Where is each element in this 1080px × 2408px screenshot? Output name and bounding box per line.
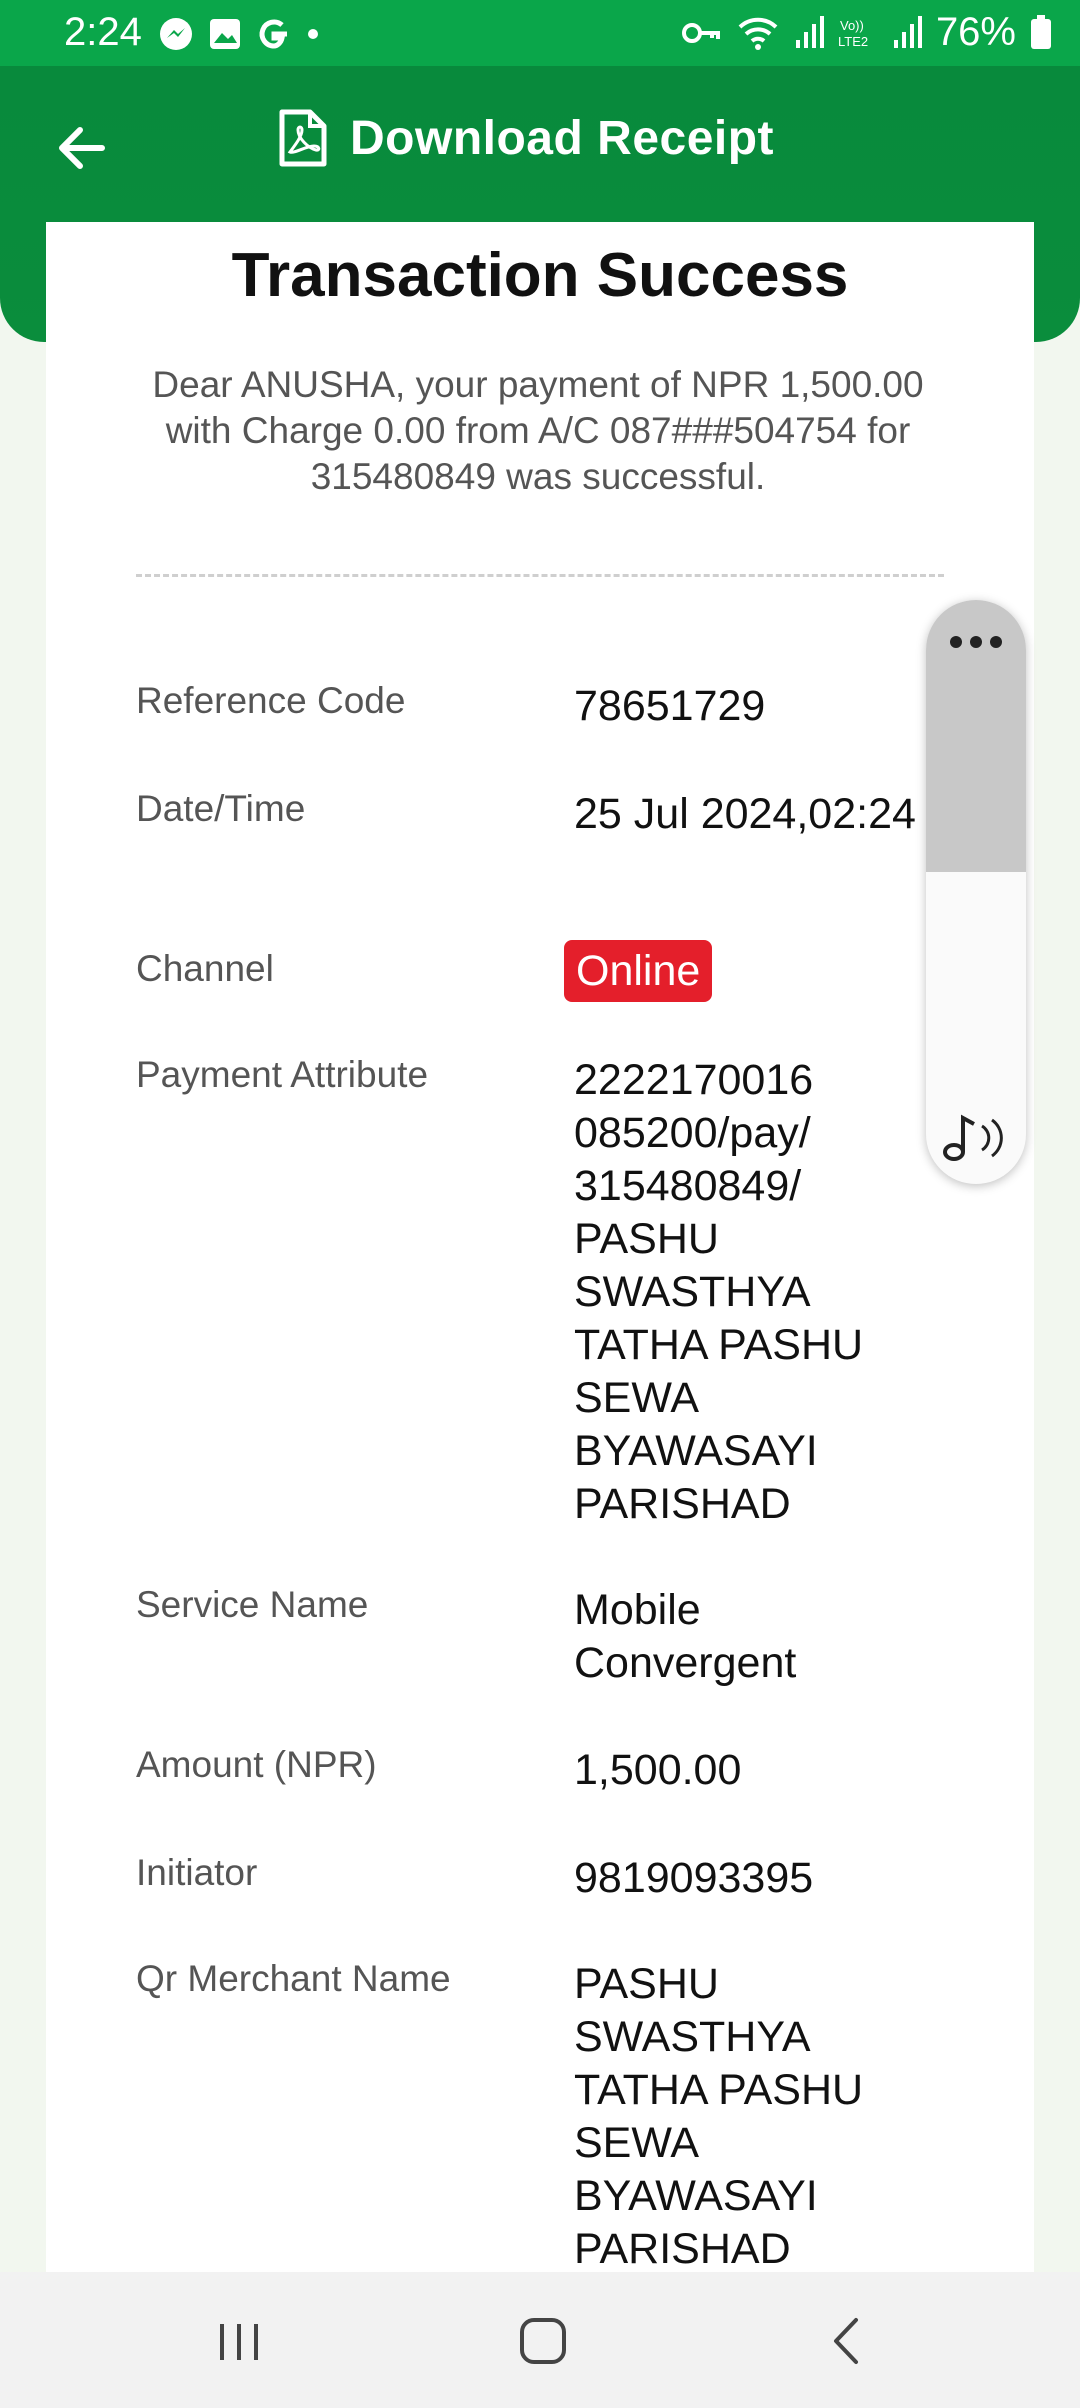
- gallery-icon: [210, 19, 240, 49]
- dot-icon: [308, 29, 318, 39]
- detail-label: Qr Merchant Name: [136, 1958, 451, 1999]
- channel-badge: Online: [564, 940, 713, 1002]
- music-note-icon[interactable]: [942, 1108, 1012, 1164]
- status-bar: 2:24 Vo)) LTE2 76%: [0, 0, 1080, 66]
- floating-widget-handle[interactable]: [926, 600, 1026, 872]
- home-icon[interactable]: [516, 2314, 570, 2368]
- back-arrow-icon[interactable]: [52, 118, 112, 178]
- battery-icon: [1031, 14, 1051, 49]
- recent-apps-icon[interactable]: [214, 2316, 264, 2366]
- system-nav-bar: [0, 2272, 1080, 2408]
- wifi-icon: [738, 17, 778, 50]
- svg-text:LTE2: LTE2: [838, 34, 868, 49]
- receipt-message: Dear ANUSHA, your payment of NPR 1,500.0…: [152, 364, 924, 497]
- signal-icon: [795, 15, 824, 48]
- dashed-divider: [136, 574, 944, 577]
- receipt-card: Transaction Success Dear ANUSHA, your pa…: [46, 222, 1034, 2273]
- floating-widget[interactable]: [926, 600, 1026, 1184]
- detail-value: PASHU SWASTHYA TATHA PASHU SEWA BYAWASAY…: [574, 1960, 864, 2273]
- battery-percent: 76%: [935, 10, 1016, 54]
- detail-label: Channel: [136, 948, 274, 989]
- google-icon: [259, 19, 287, 49]
- notification-icons: [158, 16, 320, 52]
- detail-label: Date/Time: [136, 788, 306, 829]
- header-title: Download Receipt: [350, 111, 775, 165]
- key-icon: [681, 22, 720, 43]
- detail-value: 9819093395: [574, 1854, 814, 1902]
- detail-value: 1,500.00: [574, 1746, 742, 1794]
- download-receipt-button[interactable]: Download Receipt: [276, 108, 774, 168]
- receipt-title: Transaction Success: [231, 241, 849, 310]
- detail-value: Mobile Convergent: [574, 1586, 797, 1687]
- detail-label: Amount (NPR): [136, 1744, 377, 1785]
- pdf-file-icon: [279, 109, 327, 167]
- detail-value: 2222170016 085200/pay/ 315480849/ PASHU …: [574, 1056, 864, 1528]
- status-right: Vo)) LTE2 76%: [681, 10, 1052, 55]
- detail-label: Payment Attribute: [136, 1054, 429, 1095]
- volte-icon: Vo)) LTE2: [838, 18, 868, 49]
- detail-label: Service Name: [136, 1584, 369, 1625]
- messenger-icon: [160, 18, 192, 50]
- signal-icon-2: [893, 15, 922, 48]
- more-dots-icon[interactable]: [948, 634, 1004, 650]
- svg-text:Vo)): Vo)): [840, 18, 864, 33]
- back-icon[interactable]: [826, 2314, 866, 2368]
- status-time: 2:24: [64, 10, 142, 54]
- detail-label: Reference Code: [136, 680, 406, 721]
- detail-label: Initiator: [136, 1852, 258, 1893]
